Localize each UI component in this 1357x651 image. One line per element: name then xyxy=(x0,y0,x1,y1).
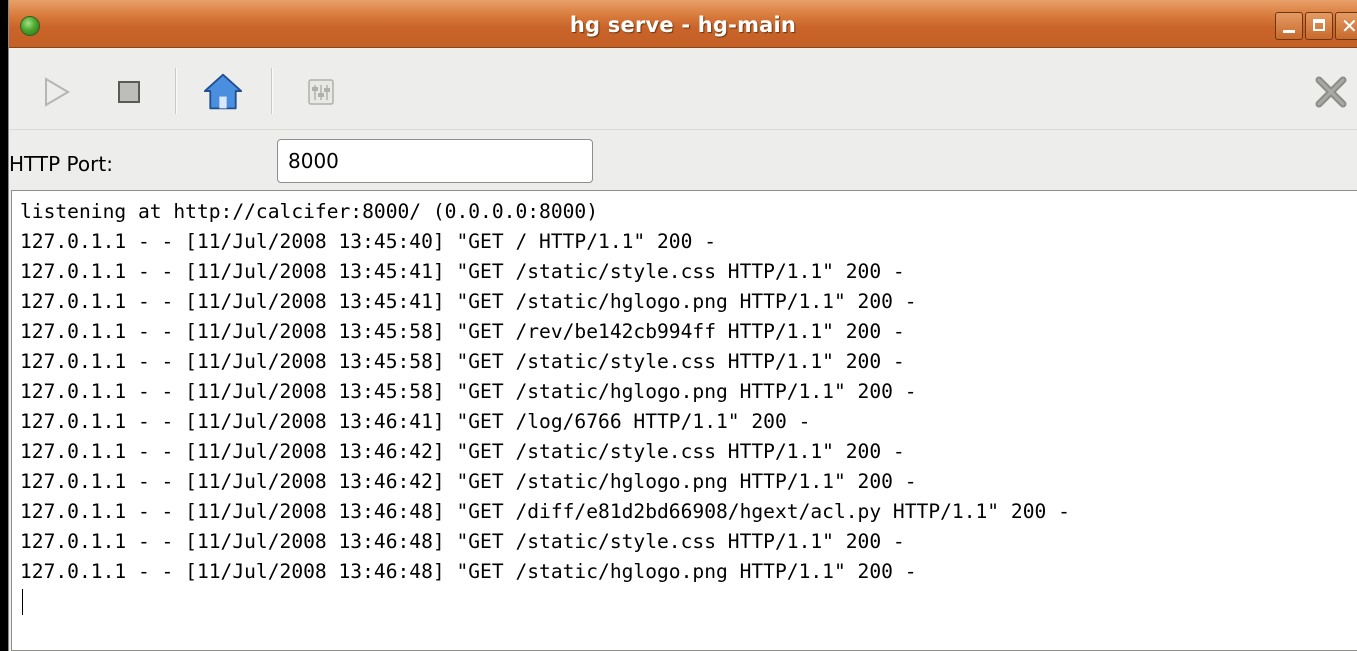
log-line: 127.0.1.1 - - [11/Jul/2008 13:45:41] "GE… xyxy=(20,260,905,283)
window-controls: ✕ xyxy=(1275,12,1357,40)
log-line: 127.0.1.1 - - [11/Jul/2008 13:46:42] "GE… xyxy=(20,470,917,493)
start-button[interactable] xyxy=(37,72,77,112)
title-bar[interactable]: hg serve - hg-main ✕ xyxy=(9,0,1357,48)
app-window: hg serve - hg-main ✕ HTTP Port: 8000 lis… xyxy=(8,0,1357,651)
stop-button[interactable] xyxy=(109,72,149,112)
toolbar xyxy=(9,48,1357,130)
log-line: 127.0.1.1 - - [11/Jul/2008 13:46:41] "GE… xyxy=(20,410,811,433)
close-icon xyxy=(1315,76,1347,108)
server-log-textarea[interactable]: listening at http://calcifer:8000/ (0.0.… xyxy=(11,190,1357,651)
play-icon xyxy=(45,77,70,107)
stop-icon xyxy=(118,81,140,103)
log-line: 127.0.1.1 - - [11/Jul/2008 13:46:48] "GE… xyxy=(20,560,917,583)
minimize-button[interactable] xyxy=(1275,12,1303,40)
text-caret xyxy=(22,589,23,615)
minimize-icon xyxy=(1283,30,1295,33)
log-line: 127.0.1.1 - - [11/Jul/2008 13:45:58] "GE… xyxy=(20,380,917,403)
browse-button[interactable] xyxy=(203,72,243,112)
settings-icon xyxy=(308,79,334,105)
log-lines: listening at http://calcifer:8000/ (0.0.… xyxy=(20,197,1070,587)
http-port-input[interactable] xyxy=(277,139,593,183)
log-line: 127.0.1.1 - - [11/Jul/2008 13:46:48] "GE… xyxy=(20,530,905,553)
log-line: 127.0.1.1 - - [11/Jul/2008 13:45:58] "GE… xyxy=(20,320,905,343)
window-close-button[interactable]: ✕ xyxy=(1335,12,1357,40)
maximize-icon xyxy=(1313,19,1325,31)
log-line: 127.0.1.1 - - [11/Jul/2008 13:46:48] "GE… xyxy=(20,500,1070,523)
log-line: 127.0.1.1 - - [11/Jul/2008 13:45:58] "GE… xyxy=(20,350,905,373)
log-line: 127.0.1.1 - - [11/Jul/2008 13:45:40] "GE… xyxy=(20,230,716,253)
toolbar-separator xyxy=(175,68,177,114)
home-icon xyxy=(203,73,243,110)
close-button[interactable] xyxy=(1311,72,1351,112)
toolbar-separator xyxy=(271,68,273,114)
window-close-icon: ✕ xyxy=(1341,14,1357,38)
window-title: hg serve - hg-main xyxy=(569,13,797,37)
settings-button[interactable] xyxy=(301,72,341,112)
log-line: 127.0.1.1 - - [11/Jul/2008 13:46:42] "GE… xyxy=(20,440,905,463)
log-line: 127.0.1.1 - - [11/Jul/2008 13:45:41] "GE… xyxy=(20,290,917,313)
http-port-label: HTTP Port: xyxy=(9,152,113,176)
maximize-button[interactable] xyxy=(1305,12,1333,40)
log-line: listening at http://calcifer:8000/ (0.0.… xyxy=(20,200,599,223)
